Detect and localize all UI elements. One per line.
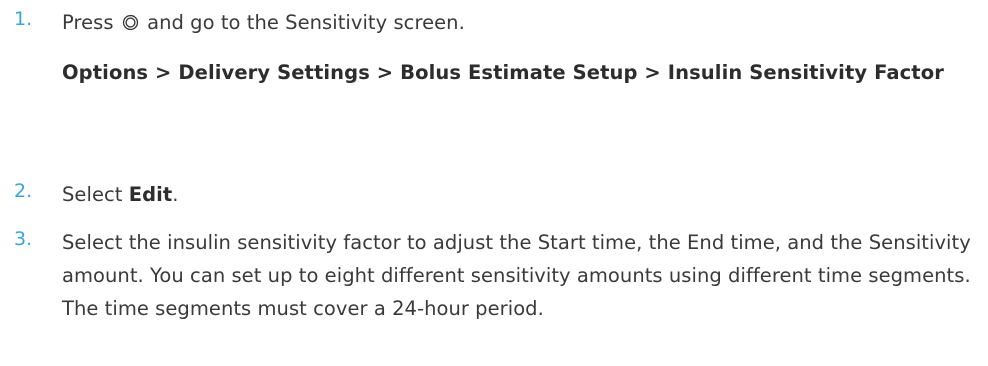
step-text: Select Edit. xyxy=(62,178,974,211)
step-text-before-icon: Press xyxy=(62,11,114,34)
step-number: 2. xyxy=(14,180,33,202)
instruction-document: 1. Press and go to the Sensitivity scree… xyxy=(0,0,988,366)
step-text-after: . xyxy=(172,183,179,206)
step-text: Press and go to the Sensitivity screen. xyxy=(62,6,974,39)
step-text-after-icon: and go to the Sensitivity screen. xyxy=(147,11,465,34)
step-number: 1. xyxy=(14,8,33,30)
step-text-before: Select xyxy=(62,183,123,206)
step-text: Select the insulin sensitivity factor to… xyxy=(62,231,971,320)
menu-path: Options > Delivery Settings > Bolus Esti… xyxy=(62,61,944,84)
step-number: 3. xyxy=(14,228,33,250)
edit-label: Edit xyxy=(128,183,173,206)
menu-circle-icon xyxy=(122,14,138,31)
